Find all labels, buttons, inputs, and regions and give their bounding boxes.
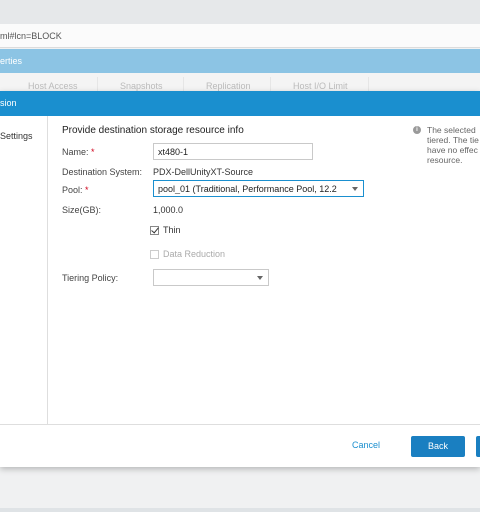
info-text: The selected tiered. The tie have no eff… <box>427 125 479 165</box>
data-reduction-checkbox <box>150 249 159 259</box>
wizard-step-nav: Settings <box>0 116 48 424</box>
name-input[interactable]: xt480-1 <box>153 143 313 160</box>
destination-system-value: PDX-DellUnityXT-Source <box>153 167 254 177</box>
section-title: Provide destination storage resource inf… <box>62 125 244 136</box>
replication-dialog: sion Settings Provide destination storag… <box>0 91 480 467</box>
required-marker: * <box>91 147 95 157</box>
dialog-footer: Cancel Back <box>0 424 480 467</box>
wizard-step-settings[interactable]: Settings <box>0 131 33 141</box>
data-reduction-checkbox-row: Data Reduction <box>150 249 225 259</box>
browser-top-bar <box>0 0 480 24</box>
wizard-content: Provide destination storage resource inf… <box>48 116 480 424</box>
bottom-strip <box>0 508 480 512</box>
thin-label: Thin <box>163 225 181 235</box>
size-label: Size(GB): <box>62 205 102 215</box>
chevron-down-icon <box>352 187 358 191</box>
url-text[interactable]: ml#lcn=BLOCK <box>0 31 62 41</box>
properties-title: erties <box>0 56 23 66</box>
destination-system-label: Destination System: <box>62 167 143 177</box>
cancel-button[interactable]: Cancel <box>352 440 380 450</box>
tiering-policy-label: Tiering Policy: <box>62 273 119 283</box>
tab-host-access[interactable]: Host Access <box>28 81 78 91</box>
thin-checkbox[interactable] <box>150 225 159 235</box>
tab-snapshots[interactable]: Snapshots <box>120 81 163 91</box>
thin-checkbox-row[interactable]: Thin <box>150 225 181 235</box>
data-reduction-label: Data Reduction <box>163 249 226 259</box>
name-label: Name: * <box>62 147 95 157</box>
next-button[interactable] <box>476 436 480 457</box>
address-bar[interactable]: ml#lcn=BLOCK <box>0 24 480 48</box>
dialog-title-bar: sion <box>0 91 480 116</box>
required-marker: * <box>85 185 89 195</box>
pool-select-value: pool_01 (Traditional, Performance Pool, … <box>158 184 338 194</box>
back-button[interactable]: Back <box>411 436 465 457</box>
pool-label: Pool: * <box>62 185 89 195</box>
size-value: 1,000.0 <box>153 205 184 215</box>
tiering-policy-select[interactable] <box>153 269 269 286</box>
info-icon: i <box>413 126 421 134</box>
properties-header: erties <box>0 49 480 73</box>
dialog-title: sion <box>0 98 17 108</box>
chevron-down-icon <box>257 276 263 280</box>
tab-host-io-limit[interactable]: Host I/O Limit <box>293 81 348 91</box>
tab-replication[interactable]: Replication <box>206 81 251 91</box>
pool-select[interactable]: pool_01 (Traditional, Performance Pool, … <box>153 180 364 197</box>
